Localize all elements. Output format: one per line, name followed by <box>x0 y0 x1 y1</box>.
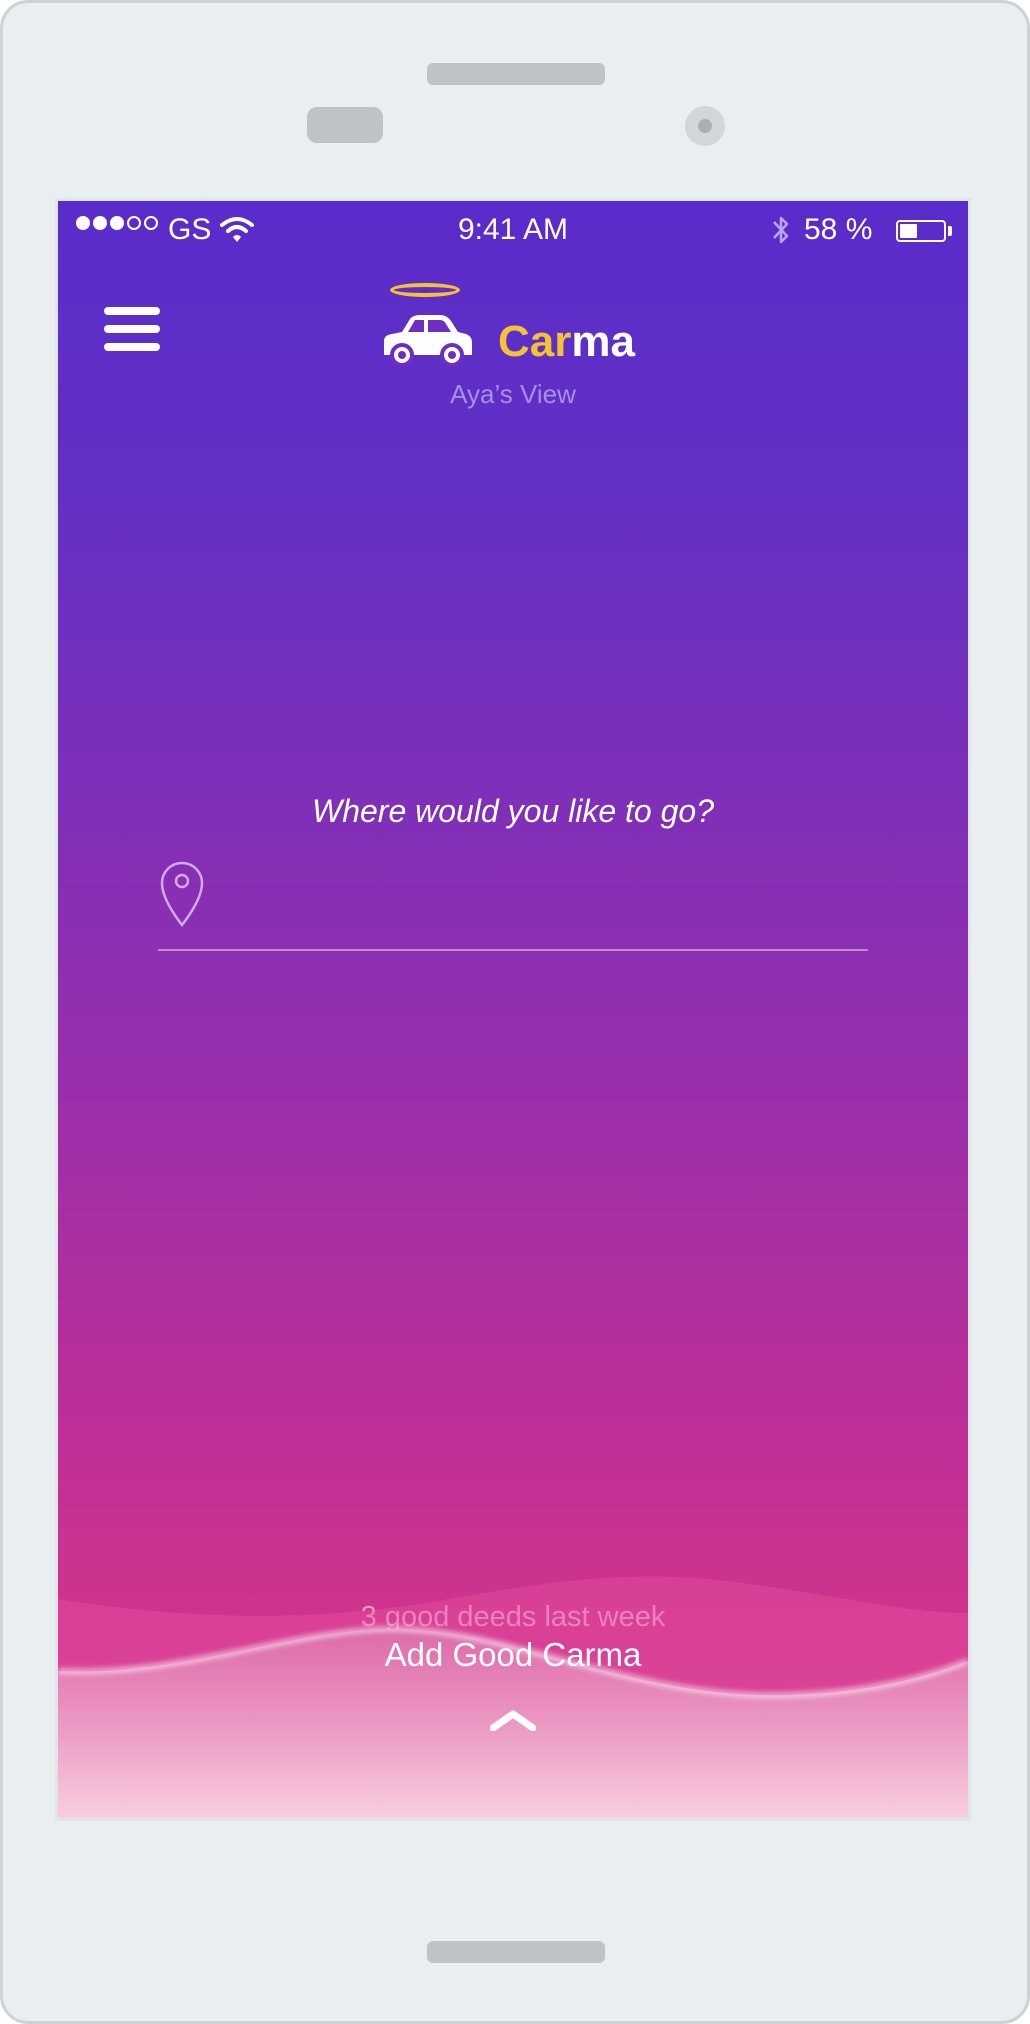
bluetooth-icon <box>773 216 789 244</box>
menu-bar-top <box>104 307 160 315</box>
battery-icon <box>896 220 946 242</box>
view-subtitle: Aya’s View <box>450 379 576 409</box>
battery-percentage: 58 % <box>804 213 873 246</box>
car-icon <box>384 315 472 367</box>
battery-terminal <box>948 226 952 236</box>
menu-bar-bottom <box>104 343 160 351</box>
menu-bar-middle <box>104 325 160 333</box>
front-camera <box>685 106 725 146</box>
earpiece-speaker <box>427 63 605 85</box>
app-logo: Carma <box>378 277 678 377</box>
battery-level-fill <box>900 224 917 238</box>
brand-name: Carma <box>498 317 635 367</box>
destination-prompt: Where would you like to go? <box>312 793 714 829</box>
brand-name-ma: ma <box>571 317 635 366</box>
chevron-up-icon[interactable] <box>490 1709 536 1731</box>
proximity-sensor <box>307 107 383 143</box>
add-good-carma-label: Add Good Carma <box>384 1636 642 1673</box>
app-screen: GS 9:41 AM 58 % Carma Aya’s View Where w… <box>55 198 971 1821</box>
hamburger-menu-icon[interactable] <box>104 305 160 353</box>
destination-input[interactable] <box>228 869 852 925</box>
status-bar: GS 9:41 AM 58 % <box>58 201 968 259</box>
halo-icon <box>390 283 460 297</box>
destination-field[interactable] <box>158 853 868 951</box>
bottom-speaker <box>427 1941 605 1963</box>
brand-name-car: Car <box>498 317 572 366</box>
location-pin-icon <box>160 861 204 928</box>
add-good-carma-button[interactable]: Add Good Carma <box>58 1627 968 1767</box>
